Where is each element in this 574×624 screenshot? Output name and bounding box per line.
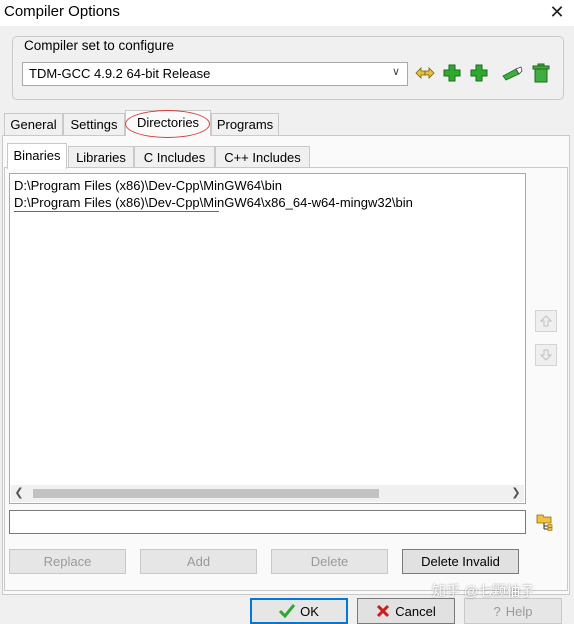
replace-button[interactable]: Replace: [9, 549, 126, 574]
folder-tree-icon: [536, 514, 553, 531]
move-down-button[interactable]: [535, 344, 557, 366]
find-compilers-icon: [415, 67, 435, 79]
delete-invalid-button[interactable]: Delete Invalid: [402, 549, 519, 574]
arrow-up-icon: [540, 315, 552, 327]
delete-button[interactable]: Delete: [271, 549, 388, 574]
subtab-c-includes[interactable]: C Includes: [134, 146, 215, 168]
add-compiler-icon: [443, 64, 461, 82]
title-bar: Compiler Options ✕: [0, 0, 574, 26]
add-compiler-button[interactable]: [441, 62, 463, 84]
add-compiler-folder-icon: [470, 64, 488, 82]
scroll-right-icon[interactable]: ❯: [508, 485, 524, 502]
subtab-libraries[interactable]: Libraries: [68, 146, 134, 168]
scrollbar-thumb[interactable]: [33, 489, 379, 498]
directory-path-input[interactable]: [9, 510, 526, 534]
compiler-set-value: TDM-GCC 4.9.2 64-bit Release: [29, 66, 211, 81]
compiler-set-label: Compiler set to configure: [22, 38, 177, 53]
horizontal-scrollbar[interactable]: ❮ ❯: [11, 485, 524, 502]
tab-programs[interactable]: Programs: [211, 113, 279, 135]
help-icon: ?: [493, 603, 501, 619]
subtab-cpp-includes[interactable]: C++ Includes: [215, 146, 310, 168]
tab-general[interactable]: General: [4, 113, 63, 135]
help-button[interactable]: ? Help: [464, 598, 562, 624]
scroll-left-icon[interactable]: ❮: [11, 485, 27, 502]
watermark: 知乎 @七颗柚子: [432, 583, 535, 599]
browse-folder-button[interactable]: [533, 510, 557, 534]
compiler-set-dropdown[interactable]: TDM-GCC 4.9.2 64-bit Release ∨: [22, 62, 408, 86]
rename-compiler-button[interactable]: [502, 62, 524, 84]
window-title: Compiler Options: [4, 3, 120, 20]
delete-compiler-button[interactable]: [530, 62, 552, 84]
checkmark-icon: [279, 604, 296, 618]
chevron-down-icon: ∨: [391, 66, 400, 78]
move-up-button[interactable]: [535, 310, 557, 332]
ok-label: OK: [300, 603, 319, 619]
tab-directories[interactable]: Directories: [125, 110, 211, 136]
help-label: Help: [505, 603, 533, 619]
add-button[interactable]: Add: [140, 549, 257, 574]
annotation-underline: [14, 211, 219, 212]
cross-icon: [377, 604, 390, 618]
list-item[interactable]: D:\Program Files (x86)\Dev-Cpp\MinGW64\b…: [14, 178, 282, 193]
directory-list[interactable]: D:\Program Files (x86)\Dev-Cpp\MinGW64\b…: [9, 173, 526, 504]
add-compiler-folder-button[interactable]: [468, 62, 490, 84]
find-compilers-button[interactable]: [414, 62, 436, 84]
ok-button[interactable]: OK: [250, 598, 348, 624]
rename-icon: [502, 66, 523, 81]
list-item[interactable]: D:\Program Files (x86)\Dev-Cpp\MinGW64\x…: [14, 195, 413, 210]
cancel-label: Cancel: [395, 603, 436, 619]
cancel-button[interactable]: Cancel: [357, 598, 455, 624]
subtab-binaries[interactable]: Binaries: [7, 143, 67, 169]
close-button[interactable]: ✕: [547, 0, 567, 24]
arrow-down-icon: [540, 349, 552, 361]
tab-settings[interactable]: Settings: [63, 113, 125, 135]
delete-compiler-icon: [532, 63, 550, 83]
